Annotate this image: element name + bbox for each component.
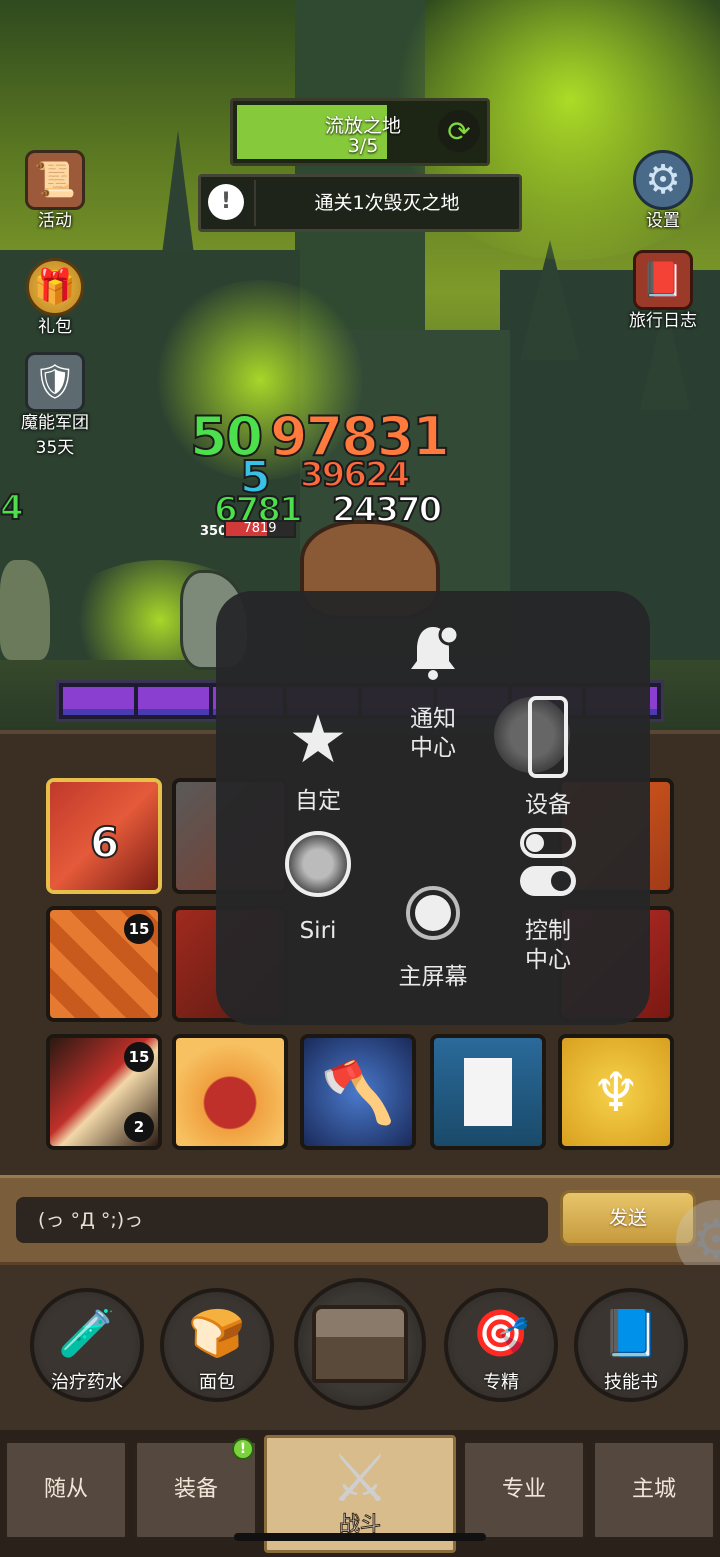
gold-coin-icon: 🎁 [26,258,84,316]
tab-main-city[interactable]: 主城 [592,1440,716,1540]
journal-button[interactable]: 📕 旅行日志 [608,250,718,331]
device-button[interactable]: 设备 [478,695,618,820]
gear-icon: ⚙ [633,150,693,210]
legion-emblem-icon: 🛡 [25,352,85,412]
tab-profession[interactable]: 专业 [462,1440,586,1540]
skill-count-badge: 15 [124,1042,154,1072]
elite-icon: 🎯 [472,1306,530,1360]
assistive-touch-menu: 通知 中心 ★ 自定 设备 Siri 控制 中心 主屏幕 [216,591,650,1025]
tab-followers[interactable]: 随从 [4,1440,128,1540]
device-icon [478,695,618,779]
toggle-top [520,828,576,858]
treasure-chest-icon [312,1305,408,1383]
home-dot [415,895,451,931]
skill-slot[interactable]: 15 2 [46,1034,162,1150]
chat-input[interactable]: (っ °Д °;)っ [16,1197,548,1243]
bread-button[interactable]: 🍞 面包 [160,1288,274,1402]
axe-icon: 🪓 [304,1038,412,1146]
star-icon: ★ [288,700,348,778]
skill-level: 6 [89,817,120,868]
custom-button[interactable]: ★ 自定 [248,701,388,816]
home-button-icon [363,883,503,943]
home-screen-label: 主屏幕 [398,964,468,990]
refresh-icon[interactable]: ⟳ [438,110,480,152]
home-ring [406,886,460,940]
skill-slot[interactable] [172,1034,288,1150]
potion-icon: 🧪 [58,1306,116,1360]
exclamation-icon[interactable]: ! [208,184,244,220]
legion-button[interactable]: 🛡 魔能军团 35天 [0,352,110,458]
book-icon: 📕 [633,250,693,310]
castle-spire-left [160,130,196,270]
home-screen-button[interactable]: 主屏幕 [363,883,503,992]
hooded-figure-icon [176,1038,284,1146]
boss-hp-segment [63,687,134,715]
boss-hp-segment [137,687,209,715]
journal-label: 旅行日志 [629,311,697,331]
damage-number: 39624 [299,454,411,496]
quest-text[interactable]: 通关1次毁灭之地 [256,188,518,215]
elite-label: 专精 [483,1372,519,1393]
skill-book-icon: 📘 [602,1306,660,1360]
damage-number: 4 [0,487,25,529]
potion-label: 治疗药水 [51,1372,123,1393]
bell-icon [403,619,463,683]
skill-slot[interactable]: 🪓 [300,1034,416,1150]
banner-icon [434,1038,542,1146]
gift-button[interactable]: 🎁 礼包 [0,258,110,337]
gift-label: 礼包 [38,317,72,337]
crossed-swords-icon: ⚔ [330,1440,390,1517]
ally-character[interactable] [0,560,50,660]
settings-button[interactable]: ⚙ 设置 [608,150,718,231]
skill-slot[interactable]: 15 [46,906,162,1022]
toggle-knob [551,871,571,891]
skill-count-badge: 15 [124,914,154,944]
skill-book-label: 技能书 [604,1372,658,1393]
skill-book-button[interactable]: 📘 技能书 [574,1288,688,1402]
custom-label: 自定 [295,788,341,814]
scroll-board-icon: 📜 [25,150,85,210]
damage-number: 24370 [331,489,443,531]
hero-hp-bar: 7819 [224,520,296,538]
hero-hp-text: 7819 [243,521,277,536]
legion-label: 魔能军团 [21,413,89,433]
activity-label: 活动 [38,211,72,231]
notification-dot: ! [232,1438,254,1460]
toggle-knob [526,834,544,852]
home-indicator[interactable] [234,1533,486,1541]
bread-label: 面包 [199,1372,235,1393]
toggle-bottom [520,866,576,896]
device-label: 设备 [525,792,571,818]
trident-icon: ♆ [562,1038,670,1146]
bell-svg [411,624,460,680]
treasure-chest-button[interactable] [294,1278,426,1410]
activity-button[interactable]: 📜 活动 [0,150,110,231]
skill-slot[interactable] [430,1034,546,1150]
banner-shape [464,1058,512,1126]
potion-button[interactable]: 🧪 治疗药水 [30,1288,144,1402]
skill-slot[interactable]: ♆ [558,1034,674,1150]
siri-ring [285,831,351,897]
settings-label: 设置 [646,211,680,231]
skill-slot[interactable]: 6 [46,778,162,894]
elite-button[interactable]: 🎯 专精 [444,1288,558,1402]
phone-outline [528,696,568,778]
legion-days: 35天 [35,438,75,458]
skill-count-badge: 2 [124,1112,154,1142]
bread-icon: 🍞 [188,1306,246,1360]
